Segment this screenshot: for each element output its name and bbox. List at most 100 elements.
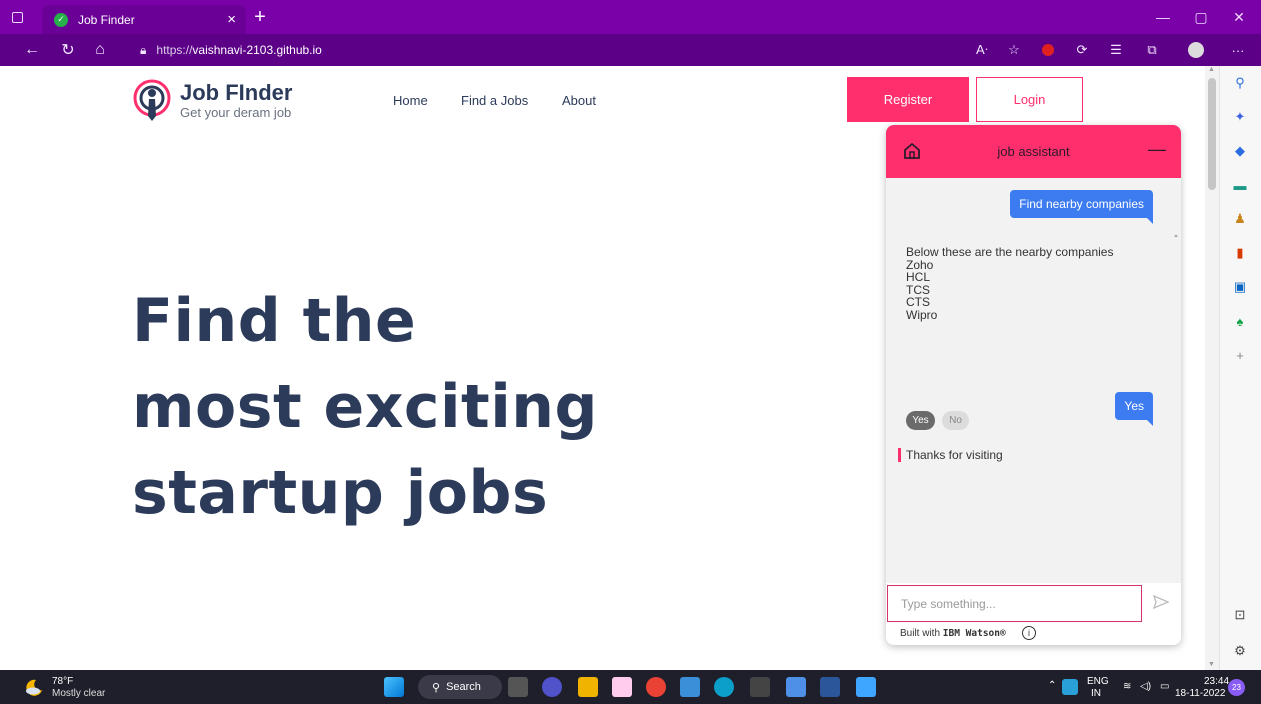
notification-badge[interactable]: 23: [1228, 679, 1245, 696]
chat-footer: Built with IBM Watson® i: [886, 583, 1181, 645]
lock-icon[interactable]: 🔒︎: [140, 43, 146, 58]
nav-home[interactable]: Home: [393, 93, 428, 108]
tools-briefcase-icon[interactable]: ▬: [1231, 176, 1249, 194]
login-button[interactable]: Login: [976, 77, 1083, 122]
page-scrollbar[interactable]: ▲ ▼: [1205, 66, 1219, 670]
hero-line-3: startup jobs: [132, 458, 549, 528]
terminal-icon[interactable]: [750, 677, 770, 697]
profile-avatar-icon[interactable]: [1184, 38, 1208, 62]
home-icon[interactable]: ⌂: [88, 38, 112, 62]
company-item: CTS: [906, 295, 930, 309]
chat-messages: Find nearby companies Below these are th…: [886, 178, 1181, 619]
language-code[interactable]: ENG: [1087, 676, 1109, 687]
company-item: Zoho: [906, 257, 934, 272]
logo-icon: [133, 79, 171, 121]
user-message: Find nearby companies: [1010, 190, 1153, 224]
copilot-sparkle-icon[interactable]: ✦: [1231, 108, 1249, 126]
windows-taskbar: 78°F Mostly clear ⚲ Search ⌃ ENG IN ≋ ◁) …: [0, 670, 1261, 704]
extension-adblock-icon[interactable]: [1036, 38, 1060, 62]
notepad-icon[interactable]: [856, 677, 876, 697]
user-message: Yes: [1115, 392, 1153, 426]
company-item: TCS: [906, 282, 930, 297]
tab-actions-icon[interactable]: [8, 8, 26, 26]
more-menu-icon[interactable]: ···: [1226, 38, 1250, 62]
task-view-icon[interactable]: [508, 677, 528, 697]
search-icon: ⚲: [432, 681, 441, 694]
word-icon[interactable]: [820, 677, 840, 697]
tree-icon[interactable]: ♠: [1231, 312, 1249, 330]
logo-title[interactable]: Job FInder: [180, 80, 292, 106]
favicon-check-icon: ✓: [54, 12, 68, 27]
chat-title: job assistant: [997, 144, 1070, 159]
restore-icon[interactable]: ▢: [1182, 0, 1220, 34]
chat-message-input[interactable]: [887, 585, 1142, 622]
hero-line-2: most exciting: [132, 372, 598, 442]
chat-scrollbar[interactable]: [1171, 231, 1181, 636]
taskbar-search[interactable]: ⚲ Search: [418, 675, 502, 699]
outlook-icon[interactable]: ▣: [1231, 278, 1249, 296]
chat-widget: job assistant — Find nearby companies Be…: [886, 125, 1181, 645]
browser-sidebar: ⚲ ✦ ◆ ▬ ♟ ▮ ▣ ♠ + ⊡ ⚙: [1219, 66, 1261, 670]
refresh-icon[interactable]: ↻: [56, 38, 80, 62]
chrome-icon[interactable]: [646, 677, 666, 697]
scroll-up-icon[interactable]: ▲: [1208, 66, 1215, 73]
weather-description: Mostly clear: [52, 688, 106, 699]
weather-temperature: 78°F: [52, 676, 74, 687]
language-region[interactable]: IN: [1091, 688, 1101, 699]
battery-icon[interactable]: ▭: [1160, 681, 1169, 692]
browser-tab[interactable]: ✓ Job Finder ×: [42, 5, 246, 34]
volume-icon[interactable]: ◁): [1140, 681, 1151, 692]
built-with-text: Built with IBM Watson®: [900, 628, 1006, 639]
favorite-add-icon[interactable]: ☆: [1002, 38, 1026, 62]
wifi-icon[interactable]: ≋: [1123, 681, 1131, 692]
settings-gear-icon[interactable]: ⚙: [1231, 642, 1249, 660]
clock-date[interactable]: 18-11-2022: [1175, 688, 1225, 699]
read-aloud-icon[interactable]: Aᐧ: [970, 38, 994, 62]
info-icon[interactable]: i: [1022, 626, 1036, 640]
office-icon[interactable]: ▮: [1231, 244, 1249, 262]
url-text: https://vaishnavi-2103.github.io: [156, 43, 322, 57]
sidebar-layout-icon[interactable]: ⊡: [1231, 606, 1249, 624]
jetbrains-icon[interactable]: [612, 677, 632, 697]
collections-icon[interactable]: ⧉: [1140, 38, 1164, 62]
weather-moon-icon[interactable]: [24, 678, 44, 696]
bot-intro-text: Below these are the nearby companies: [906, 245, 1114, 259]
edge-icon[interactable]: [714, 677, 734, 697]
nav-about[interactable]: About: [562, 93, 596, 108]
option-no-button[interactable]: No: [942, 411, 969, 430]
vscode-icon[interactable]: [680, 677, 700, 697]
company-item: HCL: [906, 270, 931, 284]
register-button[interactable]: Register: [847, 77, 969, 122]
close-tab-icon[interactable]: ×: [227, 11, 236, 28]
send-icon[interactable]: [1152, 593, 1170, 611]
clock-time[interactable]: 23:44: [1204, 676, 1229, 687]
favorites-icon[interactable]: ☰: [1104, 38, 1128, 62]
shopping-tag-icon[interactable]: ◆: [1231, 142, 1249, 160]
tab-title: Job Finder: [78, 12, 135, 27]
tray-chevron-icon[interactable]: ⌃: [1048, 680, 1056, 691]
logo-subtitle: Get your deram job: [180, 105, 292, 120]
back-icon[interactable]: ←: [20, 38, 44, 62]
scrollbar-thumb[interactable]: [1208, 78, 1216, 190]
option-yes-button[interactable]: Yes: [906, 411, 935, 430]
bot-message: Below these are the nearby companies Zoh…: [906, 246, 1113, 321]
search-icon[interactable]: ⚲: [1231, 74, 1249, 92]
extensions-icon[interactable]: ⟳: [1070, 38, 1094, 62]
games-icon[interactable]: ♟: [1231, 210, 1249, 228]
scroll-down-icon[interactable]: ▼: [1208, 661, 1215, 668]
new-tab-icon[interactable]: +: [250, 4, 270, 30]
minimize-icon[interactable]: —: [1144, 0, 1182, 34]
tray-app-icon[interactable]: [1062, 679, 1078, 695]
chat-header: job assistant —: [886, 125, 1181, 178]
hero-heading: Find the most exciting startup jobs: [132, 278, 598, 536]
file-explorer-icon[interactable]: [578, 677, 598, 697]
nav-find-jobs[interactable]: Find a Jobs: [461, 93, 528, 108]
hero-line-1: Find the: [132, 286, 417, 356]
company-item: Wipro: [906, 307, 938, 322]
add-sidebar-icon[interactable]: +: [1231, 346, 1249, 364]
minimize-chat-icon[interactable]: —: [1148, 139, 1166, 160]
windows-start-icon[interactable]: [384, 677, 404, 697]
app-cube-icon[interactable]: [786, 677, 806, 697]
chat-teams-icon[interactable]: [542, 677, 562, 697]
close-window-icon[interactable]: ✕: [1220, 0, 1258, 34]
